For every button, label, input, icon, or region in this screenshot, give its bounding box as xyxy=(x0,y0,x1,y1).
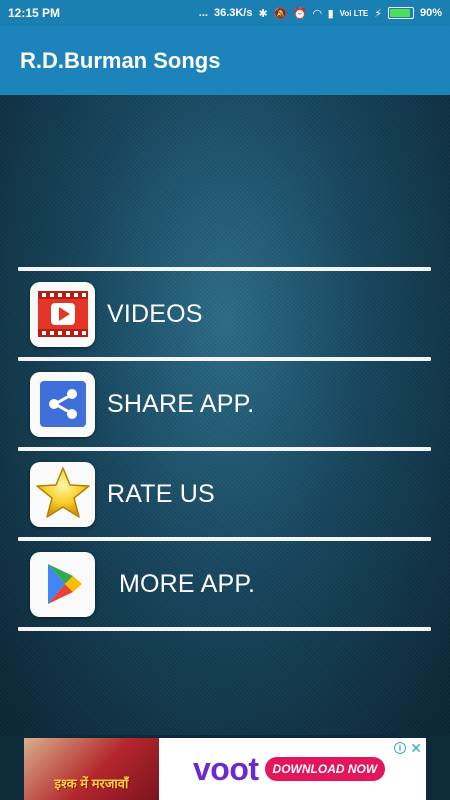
ad-image: इश्क में मरजावाँ xyxy=(24,738,159,800)
status-icons: ... 36.3K/s ✱ 🔕 ⏰ ◠ ▮ Voi LTE ⚡ 90% xyxy=(199,7,442,20)
notification-dots: ... xyxy=(198,7,208,19)
video-play-icon xyxy=(30,281,95,347)
menu-item-videos[interactable]: VIDEOS xyxy=(18,271,431,357)
ad-brand-logo: voot xyxy=(193,750,259,787)
menu-item-rate-us[interactable]: RATE US xyxy=(18,451,431,537)
play-store-icon xyxy=(30,551,95,617)
menu-item-label: RATE US xyxy=(107,479,215,508)
ad-info-icon[interactable]: i xyxy=(394,742,406,754)
menu-item-share-app[interactable]: SHARE APP. xyxy=(18,361,431,447)
menu-item-label: MORE APP. xyxy=(119,569,256,598)
battery-fill xyxy=(389,9,410,17)
menu-item-label: VIDEOS xyxy=(107,299,203,328)
status-time: 12:15 PM xyxy=(8,6,61,20)
alarm-icon: ⏰ xyxy=(293,7,308,20)
app-bar: R.D.Burman Songs xyxy=(0,26,450,95)
star-icon xyxy=(30,461,95,527)
battery-percent: 90% xyxy=(419,7,442,19)
ad-download-button[interactable]: DOWNLOAD NOW xyxy=(264,757,386,781)
menu-divider xyxy=(18,627,431,631)
menu-item-label: SHARE APP. xyxy=(107,389,255,418)
main-menu: VIDEOS SHARE APP. RATE US MORE APP. xyxy=(18,267,431,631)
status-bar: 12:15 PM ... 36.3K/s ✱ 🔕 ⏰ ◠ ▮ Voi LTE ⚡… xyxy=(0,0,450,26)
ad-show-title: इश्क में मरजावाँ xyxy=(54,776,129,791)
menu-item-more-app[interactable]: MORE APP. xyxy=(18,541,431,627)
charging-icon: ⚡ xyxy=(374,7,382,20)
ad-close-icon[interactable]: ✕ xyxy=(410,740,422,757)
mute-icon: 🔕 xyxy=(273,7,288,20)
network-type: Voi LTE xyxy=(339,8,369,18)
network-speed: 36.3K/s xyxy=(213,7,253,19)
main-content: VIDEOS SHARE APP. RATE US MORE APP. xyxy=(0,95,450,735)
app-title: R.D.Burman Songs xyxy=(20,47,221,73)
wifi-icon: ◠ xyxy=(313,7,322,20)
bluetooth-icon: ✱ xyxy=(258,7,268,20)
signal-icon: ▮ xyxy=(327,7,334,20)
share-icon xyxy=(30,371,95,437)
battery-icon xyxy=(387,7,414,19)
ad-banner[interactable]: इश्क में मरजावाँ voot DOWNLOAD NOW i ✕ xyxy=(24,738,426,800)
